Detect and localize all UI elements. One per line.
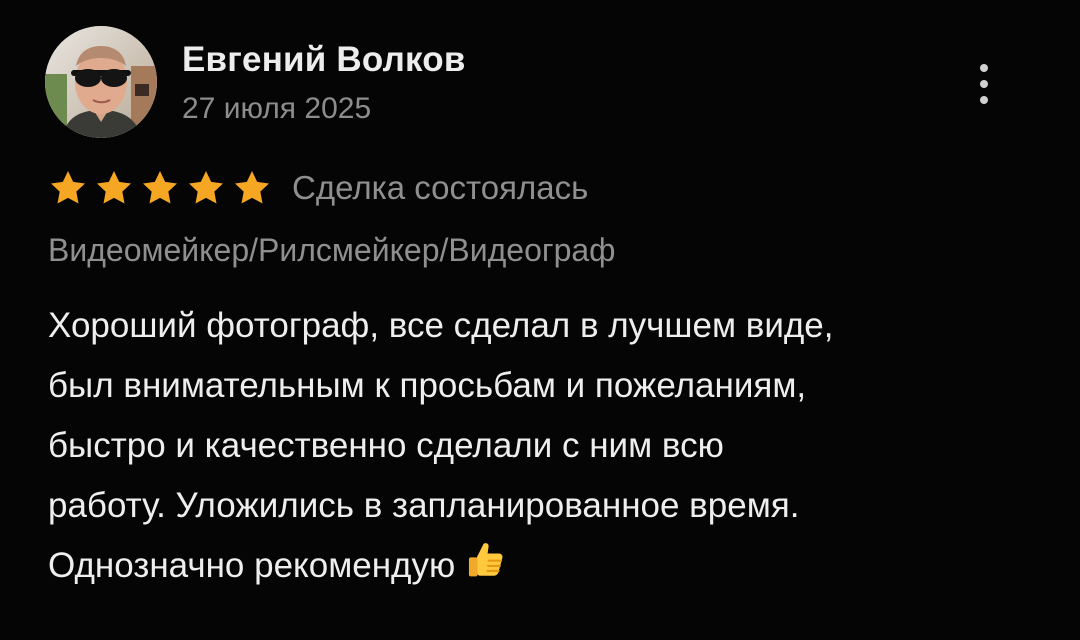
star-icon	[97, 171, 131, 204]
star-icon	[51, 171, 85, 204]
star-icon	[235, 171, 269, 204]
review-text-line: Однозначно рекомендую	[48, 546, 456, 585]
deal-status: Сделка состоялась	[292, 169, 589, 206]
avatar[interactable]	[45, 26, 157, 138]
review-text-line: Хороший фотограф, все сделал в лучшем ви…	[48, 306, 834, 345]
thumbs-up-icon	[469, 543, 503, 577]
service-category: Видеомейкер/Рилсмейкер/Видеограф	[48, 232, 616, 268]
menu-dot	[980, 96, 988, 104]
review-date: 27 июля 2025	[182, 92, 372, 125]
rating-row: Сделка состоялась	[48, 166, 588, 210]
menu-dot	[980, 80, 988, 88]
more-options-icon[interactable]	[962, 56, 1006, 112]
menu-dot	[980, 64, 988, 72]
review-text-line: работу. Уложились в запланированное врем…	[48, 486, 800, 525]
review-text-line: был внимательным к просьбам и пожеланиям…	[48, 366, 807, 405]
star-icon	[143, 171, 177, 204]
review-text-last-line: Однозначно рекомендую	[48, 536, 1048, 596]
star-icon	[189, 171, 223, 204]
review-text: Хороший фотограф, все сделал в лучшем ви…	[48, 296, 1048, 596]
star-rating	[48, 168, 272, 208]
review-card: Евгений Волков 27 июля 2025 Сделка состо…	[0, 0, 1080, 640]
review-text-line: быстро и качественно сделали с ним всю	[48, 426, 724, 465]
author-name[interactable]: Евгений Волков	[182, 40, 466, 80]
